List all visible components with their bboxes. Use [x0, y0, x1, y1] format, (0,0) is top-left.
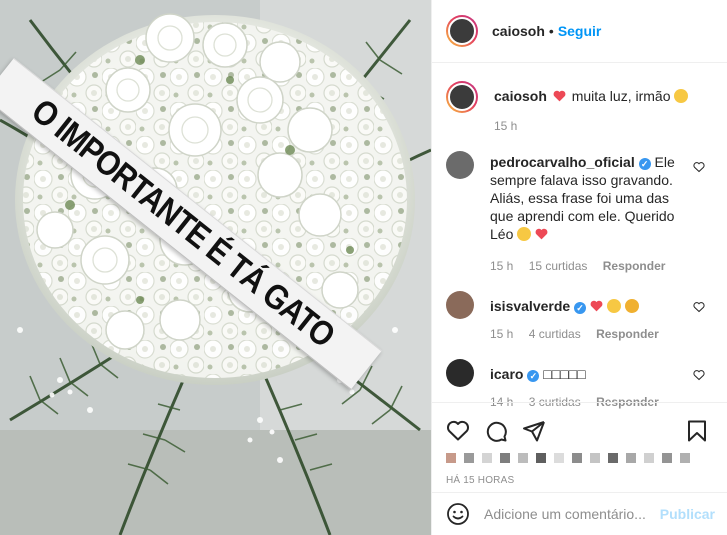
post-side-panel: caiosoh • Seguir caiosoh muita luz, irmã…: [431, 0, 727, 535]
bookmark-icon[interactable]: [685, 419, 709, 443]
red-heart-emoji-icon: [553, 90, 566, 102]
commenter-avatar[interactable]: [446, 359, 474, 387]
comment-row: pedrocarvalho_oficial ✓ Ele sempre falav…: [446, 151, 711, 275]
avatar-photo: [448, 83, 476, 111]
liker-avatar: [608, 453, 618, 463]
caption-username[interactable]: caiosoh: [494, 88, 547, 104]
follow-button[interactable]: Seguir: [558, 23, 602, 39]
commenter-avatar[interactable]: [446, 151, 474, 179]
liker-avatar: [518, 453, 528, 463]
verified-badge-icon: ✓: [638, 158, 651, 170]
red-heart-emoji-icon: [590, 300, 603, 312]
header-separator: •: [548, 23, 554, 39]
post-timestamp[interactable]: HÁ 15 HORAS: [446, 475, 711, 486]
comment-username[interactable]: icaro: [490, 366, 523, 382]
caption-avatar[interactable]: [446, 81, 478, 113]
liker-avatar: [680, 453, 690, 463]
liker-avatar: [572, 453, 582, 463]
liker-avatar: [662, 453, 672, 463]
crying-emoji-icon: [517, 227, 532, 241]
comment-username[interactable]: pedrocarvalho_oficial: [490, 154, 635, 170]
post-header: caiosoh • Seguir: [432, 0, 727, 63]
avatar-photo: [448, 17, 476, 45]
liker-avatar: [500, 453, 510, 463]
verified-badge-icon: ✓: [574, 302, 587, 314]
liker-avatar: [554, 453, 564, 463]
liker-avatar: [482, 453, 492, 463]
comment-text: □□□□□: [543, 366, 586, 382]
publish-button[interactable]: Publicar: [660, 506, 715, 522]
angel-emoji-icon: [674, 89, 689, 103]
comment-username[interactable]: isisvalverde: [490, 298, 570, 314]
liker-avatar: [644, 453, 654, 463]
add-comment-bar: Adicione um comentário... Publicar: [432, 492, 727, 535]
like-comment-heart-icon[interactable]: [693, 301, 705, 313]
liker-avatar: [464, 453, 474, 463]
post-actions: HÁ 15 HORAS: [432, 402, 727, 492]
reply-button[interactable]: Responder: [603, 259, 666, 273]
caption-text: muita luz, irmão: [571, 88, 671, 104]
comment-time[interactable]: 15 h: [490, 259, 513, 273]
author-username[interactable]: caiosoh: [492, 23, 545, 39]
comment-row: isisvalverde ✓ 15 h 4 curtidas Responder: [446, 291, 711, 343]
liker-avatar: [536, 453, 546, 463]
instagram-post: O IMPORTANTE É TÁ GATO caiosoh • Seguir …: [0, 0, 727, 535]
like-comment-heart-icon[interactable]: [693, 161, 705, 173]
smile-icon[interactable]: [446, 502, 470, 526]
liked-by-row[interactable]: [446, 453, 711, 463]
liker-avatar: [446, 453, 456, 463]
comment-icon[interactable]: [484, 419, 508, 443]
red-heart-emoji-icon: [535, 228, 548, 240]
like-comment-heart-icon[interactable]: [693, 369, 705, 381]
scared-emoji-icon: [624, 299, 639, 313]
caption-time[interactable]: 15 h: [494, 119, 517, 133]
reply-button[interactable]: Responder: [596, 327, 659, 341]
comment-likes[interactable]: 4 curtidas: [529, 327, 581, 341]
liker-avatar: [626, 453, 636, 463]
share-icon[interactable]: [522, 419, 546, 443]
heart-icon[interactable]: [446, 419, 470, 443]
commenter-avatar[interactable]: [446, 291, 474, 319]
verified-badge-icon: ✓: [527, 370, 540, 382]
comment-time[interactable]: 15 h: [490, 327, 513, 341]
liker-avatar: [590, 453, 600, 463]
post-photo[interactable]: O IMPORTANTE É TÁ GATO: [0, 0, 431, 535]
comment-input[interactable]: Adicione um comentário...: [484, 506, 660, 522]
comment-likes[interactable]: 15 curtidas: [529, 259, 588, 273]
comments-list[interactable]: caiosoh muita luz, irmão 15 h pedrocarva…: [432, 63, 727, 409]
author-avatar[interactable]: [446, 15, 478, 47]
sad-emoji-icon: [606, 299, 621, 313]
caption-row: caiosoh muita luz, irmão 15 h: [446, 81, 711, 135]
